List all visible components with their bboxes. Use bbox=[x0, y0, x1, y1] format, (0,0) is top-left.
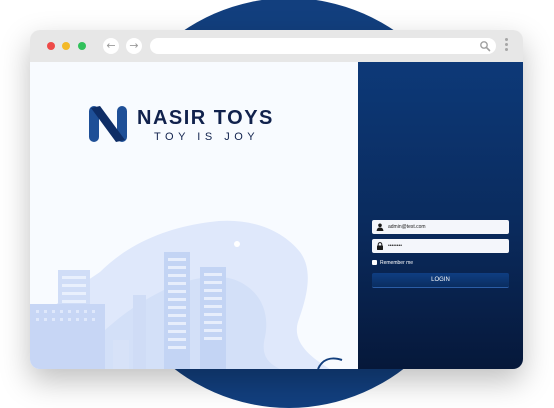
menu-icon[interactable] bbox=[505, 38, 509, 54]
email-input[interactable] bbox=[388, 220, 506, 234]
remember-checkbox[interactable] bbox=[372, 260, 377, 265]
forward-button[interactable]: → bbox=[126, 38, 142, 54]
browser-window: ← → NASIR TOYS TOY IS JOY admin@test.com… bbox=[30, 30, 523, 369]
browser-toolbar: ← → bbox=[30, 30, 523, 62]
login-button[interactable]: LOGIN bbox=[372, 273, 509, 288]
search-icon[interactable] bbox=[479, 40, 491, 52]
back-button[interactable]: ← bbox=[103, 38, 119, 54]
brand-tagline: TOY IS JOY bbox=[154, 131, 260, 143]
remember-label: Remember me bbox=[380, 260, 414, 266]
login-panel: Remember me LOGIN bbox=[358, 62, 523, 369]
maximize-window-button[interactable] bbox=[78, 42, 86, 50]
address-bar[interactable] bbox=[150, 38, 496, 54]
close-window-button[interactable] bbox=[47, 42, 55, 50]
city-illustration bbox=[30, 220, 343, 369]
lock-icon bbox=[377, 242, 383, 250]
minimize-window-button[interactable] bbox=[62, 42, 70, 50]
logo-n-icon bbox=[89, 106, 127, 142]
password-field[interactable] bbox=[372, 239, 509, 253]
user-icon bbox=[376, 223, 384, 231]
brand-name: NASIR TOYS bbox=[137, 107, 274, 129]
password-input[interactable] bbox=[388, 239, 506, 253]
email-field[interactable] bbox=[372, 220, 509, 234]
brand-panel: NASIR TOYS TOY IS JOY bbox=[30, 62, 358, 369]
